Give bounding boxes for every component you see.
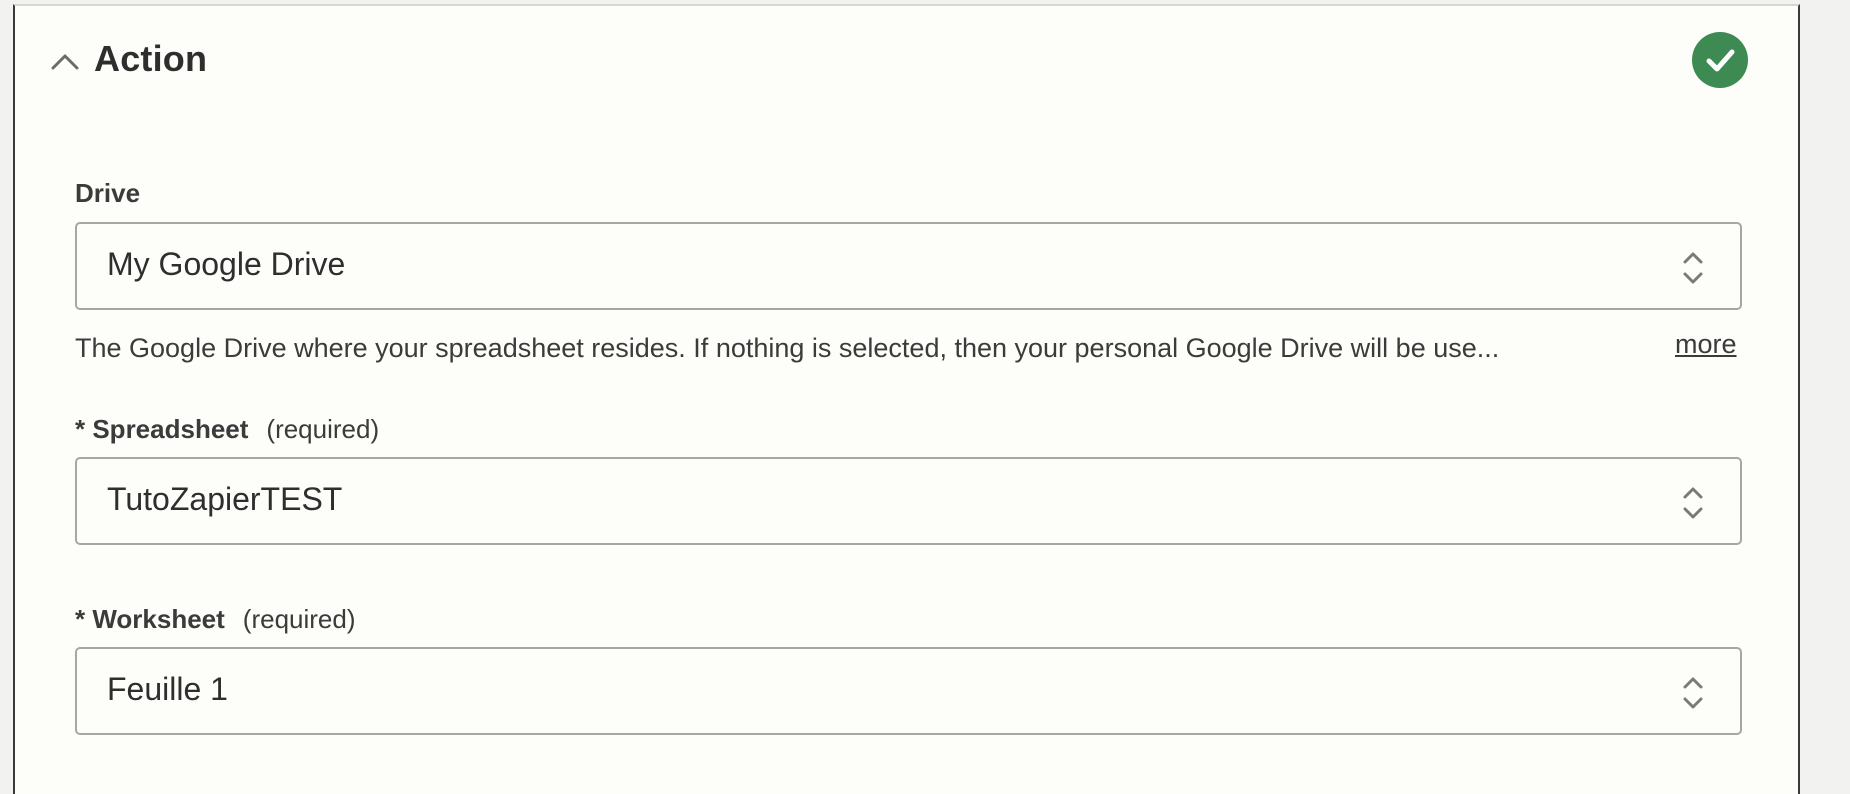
spreadsheet-select[interactable]: TutoZapierTEST	[75, 457, 1742, 545]
check-circle-icon	[1692, 32, 1748, 88]
section-header[interactable]: Action	[15, 6, 1798, 116]
section-title: Action	[94, 38, 208, 79]
spreadsheet-required-label: (required)	[266, 414, 380, 444]
drive-select[interactable]: My Google Drive	[75, 222, 1742, 310]
more-link[interactable]: more	[1675, 329, 1737, 360]
worksheet-select-value: Feuille 1	[107, 671, 228, 707]
chevron-up-down-icon	[1680, 483, 1706, 523]
worksheet-label: * Worksheet (required)	[75, 604, 356, 635]
drive-select-value: My Google Drive	[107, 246, 346, 282]
drive-help-text: The Google Drive where your spreadsheet …	[75, 333, 1500, 363]
chevron-up-down-icon	[1680, 248, 1706, 288]
worksheet-label-text: * Worksheet	[75, 604, 225, 634]
drive-label: Drive	[75, 178, 141, 208]
spreadsheet-label-text: * Spreadsheet	[75, 414, 249, 444]
worksheet-required-label: (required)	[242, 604, 356, 634]
chevron-up-icon[interactable]	[45, 42, 85, 82]
spreadsheet-select-value: TutoZapierTEST	[107, 481, 343, 517]
worksheet-select[interactable]: Feuille 1	[75, 647, 1742, 735]
chevron-up-down-icon	[1680, 673, 1706, 713]
action-panel: Action Drive My Google Drive The Google …	[13, 4, 1800, 794]
spreadsheet-label: * Spreadsheet (required)	[75, 414, 379, 445]
